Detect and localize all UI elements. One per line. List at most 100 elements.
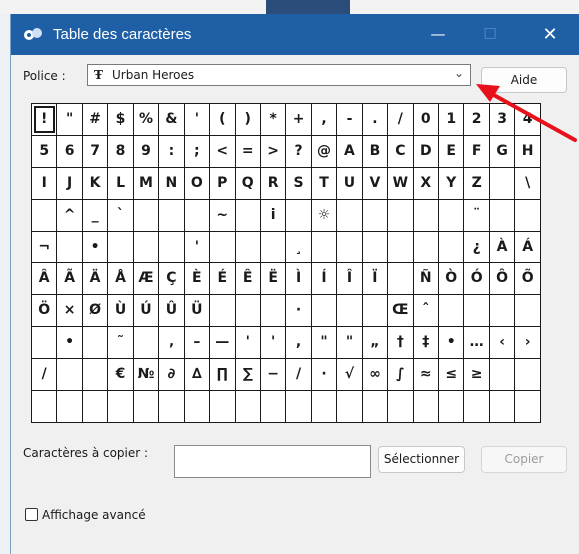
character-cell[interactable]: 5 xyxy=(30,134,58,168)
character-cell[interactable] xyxy=(514,198,541,232)
character-cell[interactable]: Ø xyxy=(81,294,109,328)
character-cell[interactable]: ☼ xyxy=(310,198,338,232)
character-cell[interactable]: & xyxy=(158,103,185,136)
character-cell[interactable]: < xyxy=(209,134,236,168)
character-cell[interactable]: ∑ xyxy=(234,358,261,392)
character-cell[interactable] xyxy=(437,294,465,328)
character-cell[interactable] xyxy=(132,326,160,360)
character-cell[interactable] xyxy=(30,390,58,423)
character-cell[interactable] xyxy=(30,198,58,232)
character-cell[interactable]: + xyxy=(285,103,312,136)
character-cell[interactable]: : xyxy=(158,134,185,168)
character-cell[interactable]: 2 xyxy=(463,103,490,136)
character-cell[interactable] xyxy=(336,198,363,232)
character-cell[interactable]: Å xyxy=(107,262,134,296)
character-cell[interactable] xyxy=(387,198,414,232)
character-cell[interactable]: 3 xyxy=(488,103,516,136)
character-cell[interactable] xyxy=(488,358,516,392)
character-cell[interactable]: - xyxy=(336,103,363,136)
character-cell[interactable] xyxy=(387,262,414,296)
advanced-view-checkbox[interactable] xyxy=(25,508,38,521)
character-cell[interactable]: ‡ xyxy=(412,326,440,360)
character-cell[interactable]: Õ xyxy=(514,262,541,296)
character-cell[interactable]: • xyxy=(81,230,109,264)
character-cell[interactable]: / xyxy=(30,358,58,392)
character-cell[interactable]: Ö xyxy=(30,294,58,328)
character-cell[interactable]: " xyxy=(336,326,363,360)
maximize-button[interactable]: ☐ xyxy=(467,14,513,55)
character-cell[interactable]: ! xyxy=(30,103,58,136)
character-cell[interactable]: ¨ xyxy=(463,198,490,232)
character-cell[interactable]: ‚ xyxy=(158,326,185,360)
character-cell[interactable]: ~ xyxy=(209,198,236,232)
character-cell[interactable] xyxy=(107,230,134,264)
character-cell[interactable] xyxy=(514,390,541,423)
character-cell[interactable] xyxy=(361,198,389,232)
character-cell[interactable]: Ñ xyxy=(412,262,440,296)
character-cell[interactable] xyxy=(56,358,83,392)
character-cell[interactable]: Ü xyxy=(183,294,211,328)
character-cell[interactable]: ∞ xyxy=(361,358,389,392)
character-cell[interactable]: V xyxy=(361,166,389,200)
character-cell[interactable]: % xyxy=(132,103,160,136)
character-cell[interactable]: ∫ xyxy=(387,358,414,392)
character-cell[interactable]: ∏ xyxy=(209,358,236,392)
character-cell[interactable]: ( xyxy=(209,103,236,136)
character-cell[interactable]: > xyxy=(259,134,287,168)
character-cell[interactable]: B xyxy=(361,134,389,168)
character-cell[interactable]: › xyxy=(514,326,541,360)
character-cell[interactable]: Ã xyxy=(56,262,83,296)
character-cell[interactable]: „ xyxy=(361,326,389,360)
character-cell[interactable]: • xyxy=(56,326,83,360)
character-cell[interactable]: i xyxy=(259,198,287,232)
character-cell[interactable]: " xyxy=(56,103,83,136)
character-cell[interactable]: . xyxy=(361,103,389,136)
character-cell[interactable] xyxy=(158,198,185,232)
character-cell[interactable]: Ô xyxy=(488,262,516,296)
character-cell[interactable] xyxy=(387,390,414,423)
character-cell[interactable]: U xyxy=(336,166,363,200)
character-cell[interactable]: É xyxy=(209,262,236,296)
character-cell[interactable]: · xyxy=(310,358,338,392)
character-cell[interactable]: ¿ xyxy=(463,230,490,264)
character-cell[interactable]: O xyxy=(183,166,211,200)
character-cell[interactable] xyxy=(361,294,389,328)
character-cell[interactable]: K xyxy=(81,166,109,200)
character-cell[interactable]: T xyxy=(310,166,338,200)
character-cell[interactable]: ' xyxy=(234,326,261,360)
characters-to-copy-input[interactable] xyxy=(174,445,371,478)
character-cell[interactable]: ˜ xyxy=(107,326,134,360)
character-cell[interactable]: # xyxy=(81,103,109,136)
character-cell[interactable] xyxy=(514,358,541,392)
character-cell[interactable]: Ï xyxy=(361,262,389,296)
character-cell[interactable]: ≤ xyxy=(437,358,465,392)
character-cell[interactable]: Ú xyxy=(132,294,160,328)
character-cell[interactable]: Ä xyxy=(81,262,109,296)
character-cell[interactable] xyxy=(463,294,490,328)
character-cell[interactable] xyxy=(412,198,440,232)
character-cell[interactable]: ) xyxy=(234,103,261,136)
character-cell[interactable]: Ó xyxy=(463,262,490,296)
character-cell[interactable] xyxy=(310,294,338,328)
character-cell[interactable]: Ç xyxy=(158,262,185,296)
character-cell[interactable]: × xyxy=(56,294,83,328)
character-cell[interactable] xyxy=(81,358,109,392)
character-cell[interactable]: / xyxy=(387,103,414,136)
character-cell[interactable]: √ xyxy=(336,358,363,392)
character-cell[interactable]: J xyxy=(56,166,83,200)
character-cell[interactable]: Î xyxy=(336,262,363,296)
character-cell[interactable]: — xyxy=(209,326,236,360)
character-cell[interactable]: ˆ xyxy=(412,294,440,328)
character-cell[interactable]: = xyxy=(234,134,261,168)
character-cell[interactable]: , xyxy=(310,103,338,136)
character-cell[interactable]: Æ xyxy=(132,262,160,296)
character-cell[interactable] xyxy=(488,294,516,328)
character-cell[interactable] xyxy=(107,390,134,423)
character-cell[interactable] xyxy=(488,166,516,200)
character-cell[interactable]: … xyxy=(463,326,490,360)
copy-button[interactable]: Copier xyxy=(481,446,567,473)
character-cell[interactable] xyxy=(361,390,389,423)
font-dropdown[interactable]: Ŧ Urban Heroes ⌄ xyxy=(87,64,471,86)
character-cell[interactable]: / xyxy=(285,358,312,392)
character-cell[interactable]: • xyxy=(437,326,465,360)
